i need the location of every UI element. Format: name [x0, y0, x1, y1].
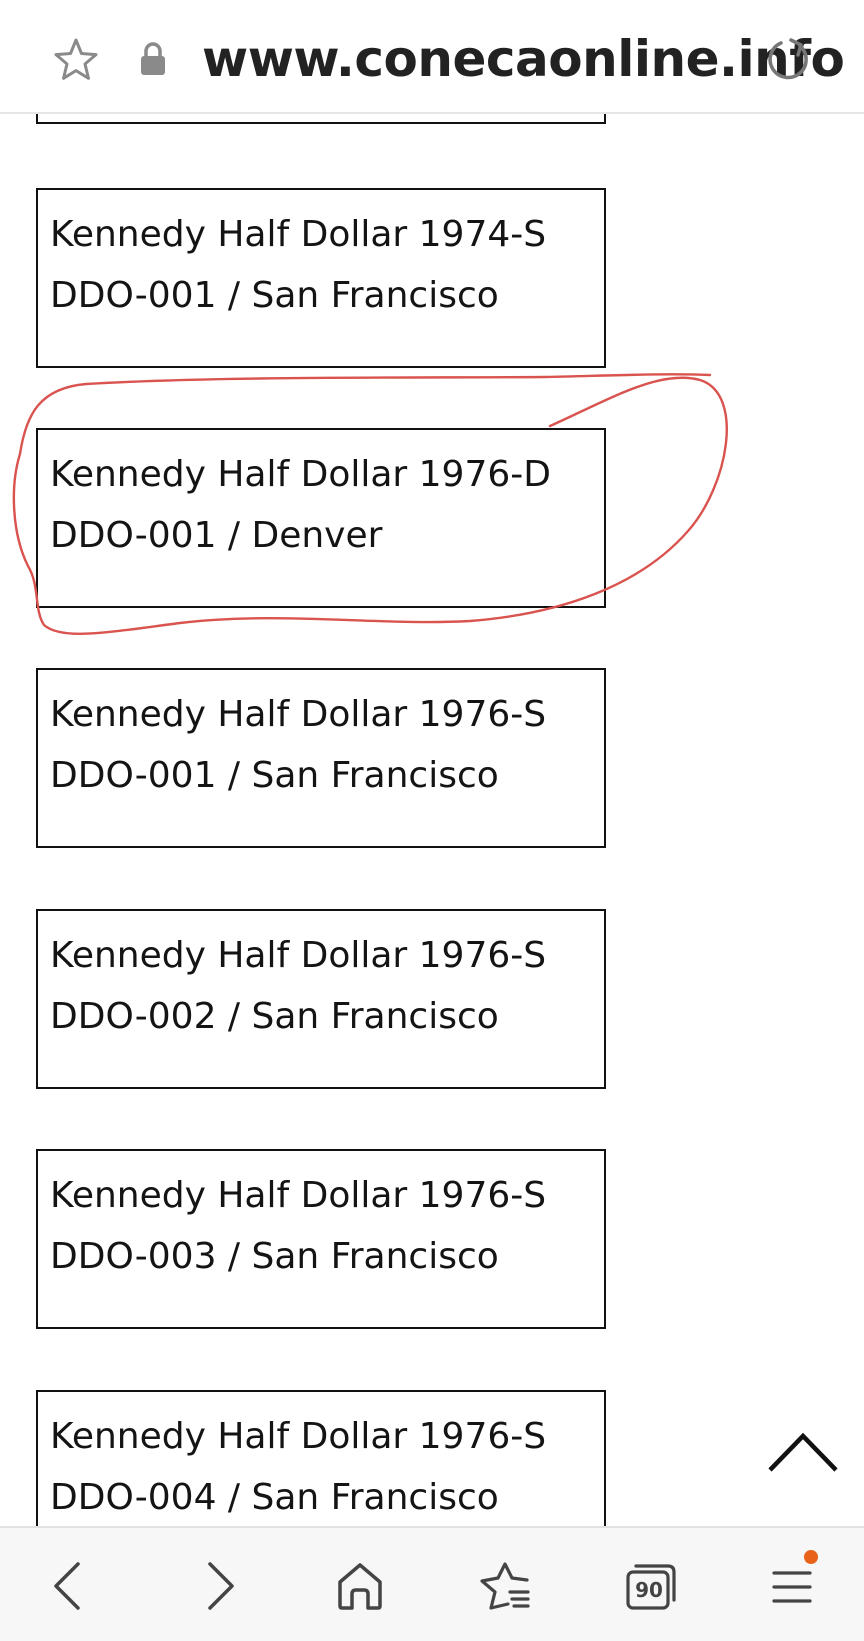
- item-title: Kennedy Half Dollar 1976-S: [50, 1175, 547, 1216]
- list-item-highlighted[interactable]: Kennedy Half Dollar 1976-D DDO-001 / Den…: [36, 428, 606, 608]
- item-title: Kennedy Half Dollar 1976-S: [50, 694, 547, 735]
- item-subtitle: DDO-003 / San Francisco: [50, 1236, 499, 1277]
- url-text[interactable]: www.conecaonline.info: [202, 26, 845, 92]
- menu-icon: [772, 1571, 812, 1603]
- tabs-button[interactable]: 90: [620, 1556, 680, 1616]
- item-title: Kennedy Half Dollar 1976-S: [50, 1416, 547, 1457]
- item-title: Kennedy Half Dollar 1974-S: [50, 214, 547, 255]
- home-icon[interactable]: [330, 1556, 390, 1616]
- menu-button[interactable]: [762, 1550, 822, 1616]
- list-item[interactable]: Kennedy Half Dollar 1976-S DDO-002 / San…: [36, 909, 606, 1089]
- item-subtitle: DDO-002 / San Francisco: [50, 996, 499, 1037]
- address-bar: www.conecaonline.info: [0, 0, 864, 114]
- notification-dot: [804, 1550, 818, 1564]
- item-subtitle: DDO-001 / San Francisco: [50, 755, 499, 796]
- bottom-toolbar: 90: [0, 1526, 864, 1641]
- back-icon[interactable]: [40, 1556, 100, 1616]
- list-item[interactable]: Kennedy Half Dollar 1976-S DDO-001 / San…: [36, 668, 606, 848]
- star-icon[interactable]: [52, 36, 100, 84]
- page-content[interactable]: Kennedy Half Dollar 1974-S DDO-001 / San…: [0, 114, 864, 1526]
- item-subtitle: DDO-004 / San Francisco: [50, 1477, 499, 1518]
- item-subtitle: DDO-001 / San Francisco: [50, 275, 499, 316]
- favorites-icon[interactable]: [474, 1556, 534, 1616]
- tabs-count: 90: [635, 1578, 663, 1602]
- chevron-up-icon[interactable]: [766, 1430, 840, 1476]
- item-title: Kennedy Half Dollar 1976-S: [50, 935, 547, 976]
- list-item-partial[interactable]: [36, 114, 606, 124]
- item-title: Kennedy Half Dollar 1976-D: [50, 454, 551, 495]
- reload-icon[interactable]: [762, 34, 812, 84]
- list-item[interactable]: Kennedy Half Dollar 1976-S DDO-003 / San…: [36, 1149, 606, 1329]
- item-subtitle: DDO-001 / Denver: [50, 515, 383, 556]
- forward-icon[interactable]: [188, 1556, 248, 1616]
- list-item[interactable]: Kennedy Half Dollar 1976-S DDO-004 / San…: [36, 1390, 606, 1526]
- list-item[interactable]: Kennedy Half Dollar 1974-S DDO-001 / San…: [36, 188, 606, 368]
- lock-icon: [141, 42, 165, 75]
